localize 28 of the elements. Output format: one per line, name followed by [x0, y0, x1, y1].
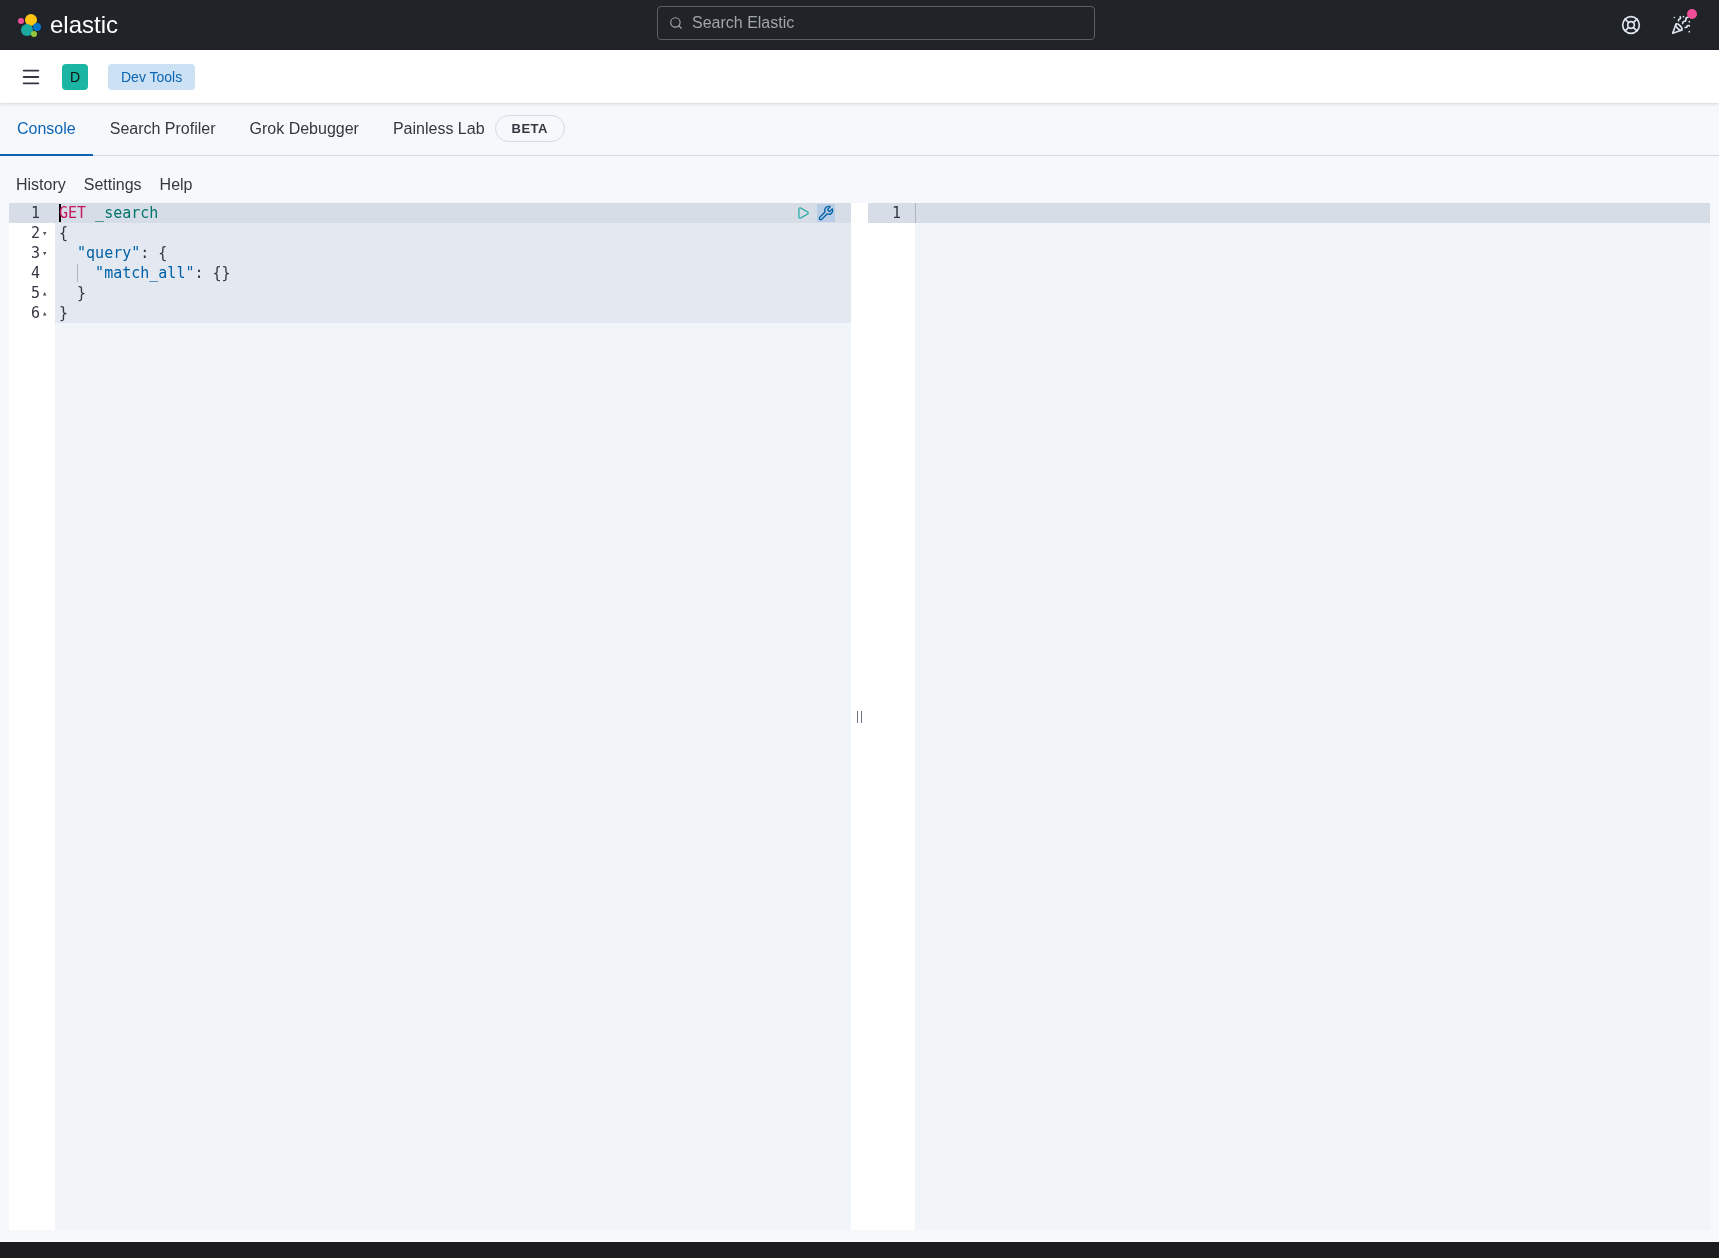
search-icon — [669, 16, 683, 30]
fold-marker[interactable]: ▴ — [42, 288, 51, 298]
wrench-button[interactable] — [817, 204, 835, 222]
line-number: 1 — [30, 204, 40, 222]
tab[interactable]: Search Profiler — [92, 103, 233, 156]
line-number: 3 — [30, 244, 40, 262]
tab[interactable]: Grok Debugger — [232, 103, 376, 156]
line-number: 5 — [30, 284, 40, 302]
help-button[interactable] — [1621, 15, 1641, 35]
tab[interactable]: Console — [0, 103, 93, 156]
search-field[interactable]: Search Elastic — [657, 6, 1095, 40]
menu-link[interactable]: Help — [159, 176, 193, 194]
line-number: 2 — [30, 224, 40, 242]
tab[interactable]: Painless Lab BETA — [375, 103, 582, 156]
fold-marker[interactable]: ▾ — [42, 228, 51, 238]
space-avatar[interactable]: D — [62, 63, 88, 90]
breadcrumb[interactable]: Dev Tools — [108, 63, 196, 90]
resize-handle[interactable] — [857, 710, 862, 723]
line-number: 1 — [891, 204, 901, 222]
menu-link[interactable]: History — [16, 176, 66, 194]
tab-label: Painless Lab — [392, 119, 485, 138]
fold-marker[interactable]: ▾ — [42, 248, 51, 258]
line-number: 6 — [30, 304, 40, 322]
brand-name: elastic — [50, 11, 119, 39]
fold-marker[interactable]: ▴ — [42, 308, 51, 318]
logo-icon — [16, 12, 42, 38]
menu-link[interactable]: Settings — [83, 176, 142, 194]
line-number: 4 — [30, 264, 40, 282]
